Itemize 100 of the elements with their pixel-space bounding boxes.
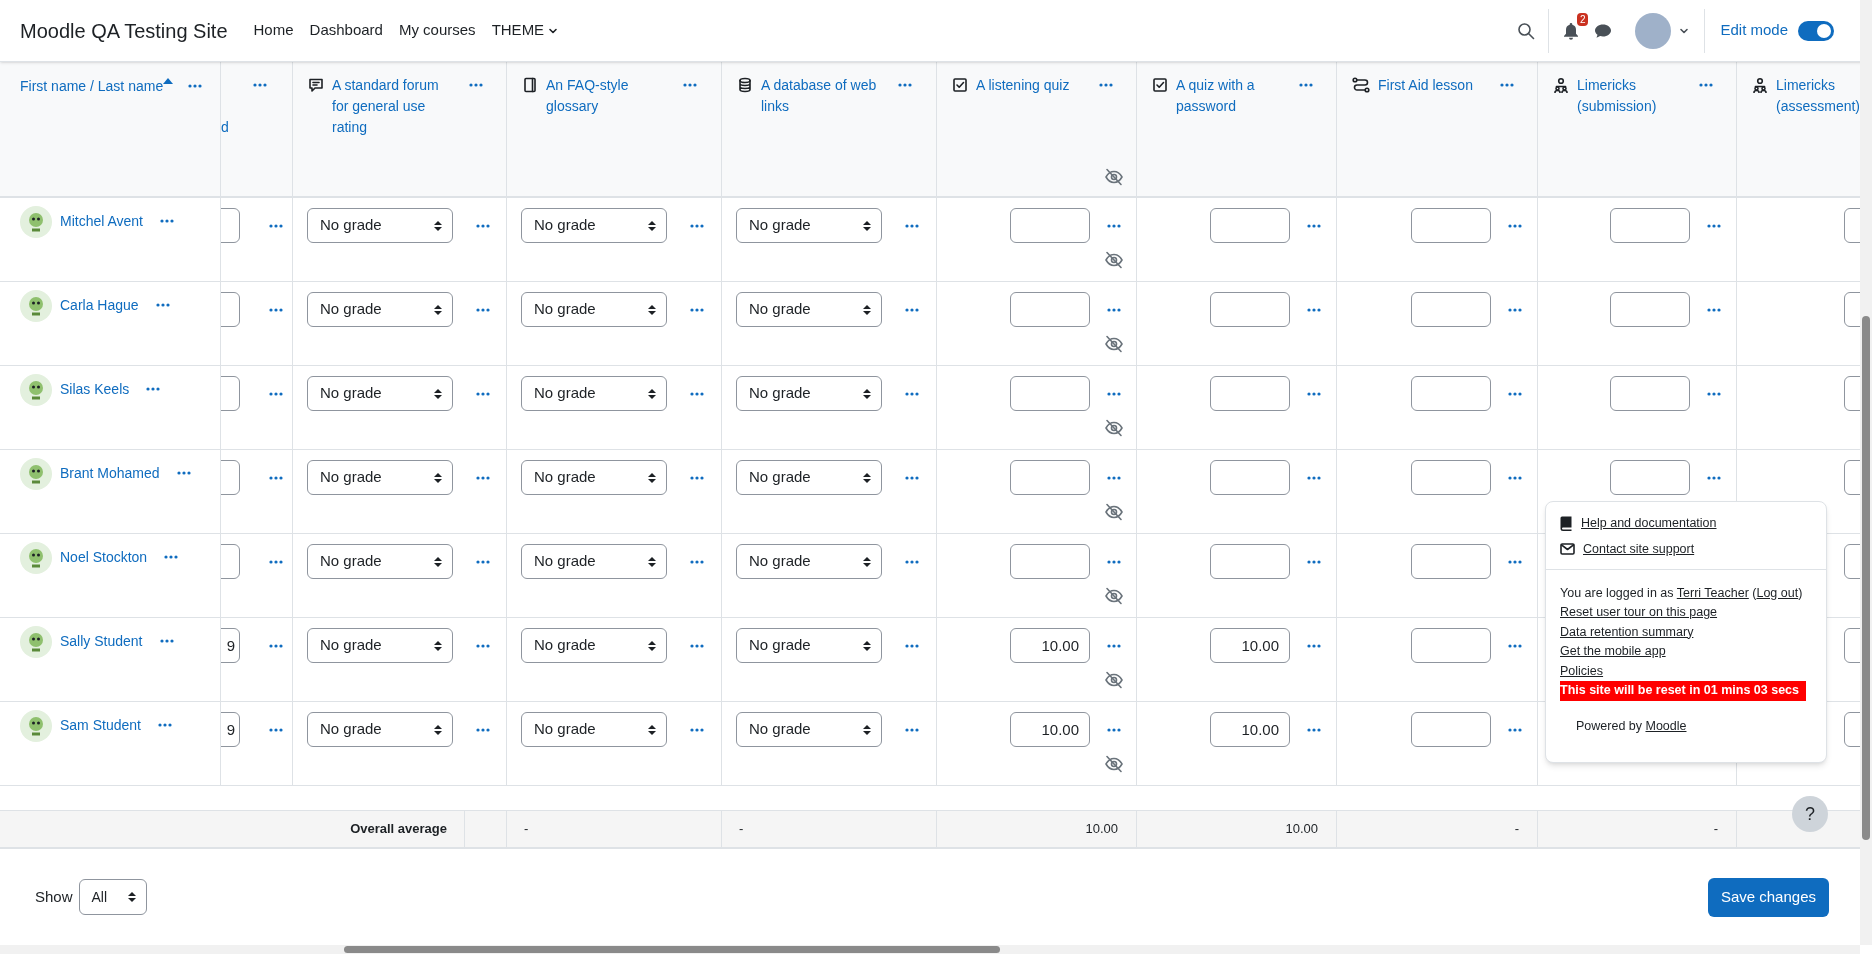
grade-select[interactable]: No grade — [736, 544, 882, 579]
sort-arrows-icon — [648, 723, 656, 736]
vertical-scrollbar[interactable] — [1860, 0, 1872, 945]
footer-link[interactable]: Help and documentation — [1560, 514, 1812, 533]
grade-input[interactable]: 10.00 — [1210, 628, 1290, 663]
grade-select[interactable]: No grade — [307, 712, 453, 747]
grade-select[interactable]: No grade — [307, 292, 453, 327]
grade-input[interactable] — [1411, 376, 1491, 411]
grade-input[interactable] — [1010, 460, 1090, 495]
more-icon — [476, 560, 490, 564]
grade-input[interactable] — [1411, 460, 1491, 495]
student-name-link[interactable]: Carla Hague — [60, 295, 139, 316]
moodle-link[interactable]: Moodle — [1645, 718, 1687, 733]
show-select[interactable]: All — [78, 879, 147, 915]
student-name-link[interactable]: Sally Student — [60, 631, 143, 652]
checkbox-icon — [1152, 77, 1168, 93]
people-icon — [1752, 77, 1768, 93]
grade-select[interactable]: No grade — [521, 628, 667, 663]
grade-input[interactable] — [1411, 628, 1491, 663]
overall-average-label: Overall average — [350, 820, 447, 839]
nav-link[interactable]: My courses — [398, 19, 476, 42]
grade-input[interactable]: 10.00 — [1010, 628, 1090, 663]
column-heading-link[interactable]: A database of web links — [761, 75, 887, 117]
average-value: 10.00 — [1085, 820, 1118, 839]
grade-input[interactable] — [1610, 460, 1690, 495]
help-button[interactable]: ? — [1792, 796, 1828, 832]
grade-input[interactable]: 9 — [221, 712, 240, 747]
student-name-link[interactable]: Mitchel Avent — [60, 211, 143, 232]
grade-input[interactable] — [1210, 292, 1290, 327]
grade-input[interactable] — [1010, 376, 1090, 411]
grade-select[interactable]: No grade — [521, 208, 667, 243]
grade-input[interactable] — [1411, 544, 1491, 579]
eye-slash-icon — [1104, 755, 1124, 773]
grade-input[interactable] — [1210, 460, 1290, 495]
grade-input[interactable] — [1210, 208, 1290, 243]
grade-select[interactable]: No grade — [736, 712, 882, 747]
nav-link[interactable]: Dashboard — [309, 19, 383, 42]
grade-select[interactable]: No grade — [307, 544, 453, 579]
more-icon — [905, 392, 919, 396]
column-heading-link[interactable]: An FAQ-style glossary — [546, 75, 672, 117]
grade-select[interactable]: No grade — [736, 628, 882, 663]
column-heading-link[interactable]: Limericks (submission) — [1577, 75, 1688, 117]
column-heading-link[interactable]: A standard forum for general use rating — [332, 75, 458, 138]
grade-input[interactable] — [1411, 292, 1491, 327]
user-profile-link[interactable]: Terri Teacher — [1676, 585, 1749, 600]
grade-input[interactable] — [1610, 376, 1690, 411]
horizontal-scrollbar[interactable] — [0, 945, 1860, 954]
grade-input[interactable]: 10.00 — [1210, 712, 1290, 747]
student-name-link[interactable]: Silas Keels — [60, 379, 130, 400]
footer-link[interactable]: Policies — [1560, 663, 1604, 678]
column-heading-link[interactable]: d — [221, 117, 229, 138]
grade-select[interactable]: No grade — [521, 544, 667, 579]
grade-input[interactable] — [1010, 208, 1090, 243]
student-name-link[interactable]: Brant Mohamed — [60, 463, 160, 484]
footer-link[interactable]: Reset user tour on this page — [1560, 605, 1718, 619]
grade-input[interactable] — [1411, 712, 1491, 747]
edit-mode-toggle[interactable] — [1798, 20, 1834, 41]
log-out-link[interactable]: Log out — [1756, 585, 1799, 600]
grade-select[interactable]: No grade — [521, 292, 667, 327]
grade-input[interactable] — [1010, 544, 1090, 579]
more-icon — [1107, 644, 1121, 648]
grade-select[interactable]: No grade — [307, 376, 453, 411]
grade-input[interactable] — [1610, 208, 1690, 243]
column-heading-link[interactable]: A listening quiz — [976, 75, 1088, 96]
more-icon — [1707, 476, 1721, 480]
site-name-link[interactable]: Moodle QA Testing Site — [20, 15, 228, 46]
save-changes-button[interactable]: Save changes — [1707, 877, 1829, 917]
grade-input[interactable]: 10.00 — [1010, 712, 1090, 747]
grade-select[interactable]: No grade — [736, 292, 882, 327]
more-icon — [176, 471, 191, 475]
more-icon — [1307, 224, 1321, 228]
student-name-link[interactable]: Noel Stockton — [60, 547, 148, 568]
grade-select[interactable]: No grade — [736, 208, 882, 243]
column-heading-link[interactable]: First Aid lesson — [1378, 75, 1489, 96]
grade-select[interactable]: No grade — [736, 460, 882, 495]
footer-link[interactable]: Get the mobile app — [1560, 644, 1666, 658]
grade-select[interactable]: No grade — [521, 460, 667, 495]
grade-select[interactable]: No grade — [307, 628, 453, 663]
more-icon — [1508, 224, 1522, 228]
nav-link[interactable]: THEME — [491, 19, 559, 42]
more-icon — [269, 308, 283, 312]
column-sort-link[interactable]: First name / Last name — [20, 76, 174, 97]
student-name-link[interactable]: Sam Student — [60, 715, 141, 736]
grade-input[interactable] — [1210, 376, 1290, 411]
grade-select[interactable]: No grade — [521, 712, 667, 747]
nav-link[interactable]: Home — [253, 19, 294, 42]
column-heading-link[interactable]: Limericks (assessment) — [1776, 75, 1860, 117]
column-heading-link[interactable]: A quiz with a password — [1176, 75, 1288, 117]
grade-input[interactable] — [1411, 208, 1491, 243]
grade-input[interactable]: 9 — [221, 628, 240, 663]
grade-input[interactable] — [1610, 292, 1690, 327]
grade-select[interactable]: No grade — [736, 376, 882, 411]
grade-input[interactable] — [1010, 292, 1090, 327]
grade-select[interactable]: No grade — [307, 460, 453, 495]
footer-link[interactable]: Contact site support — [1560, 539, 1812, 559]
grade-select[interactable]: No grade — [521, 376, 667, 411]
footer-link[interactable]: Data retention summary — [1560, 624, 1694, 639]
grade-select[interactable]: No grade — [307, 208, 453, 243]
sort-arrows-icon — [648, 303, 656, 316]
grade-input[interactable] — [1210, 544, 1290, 579]
